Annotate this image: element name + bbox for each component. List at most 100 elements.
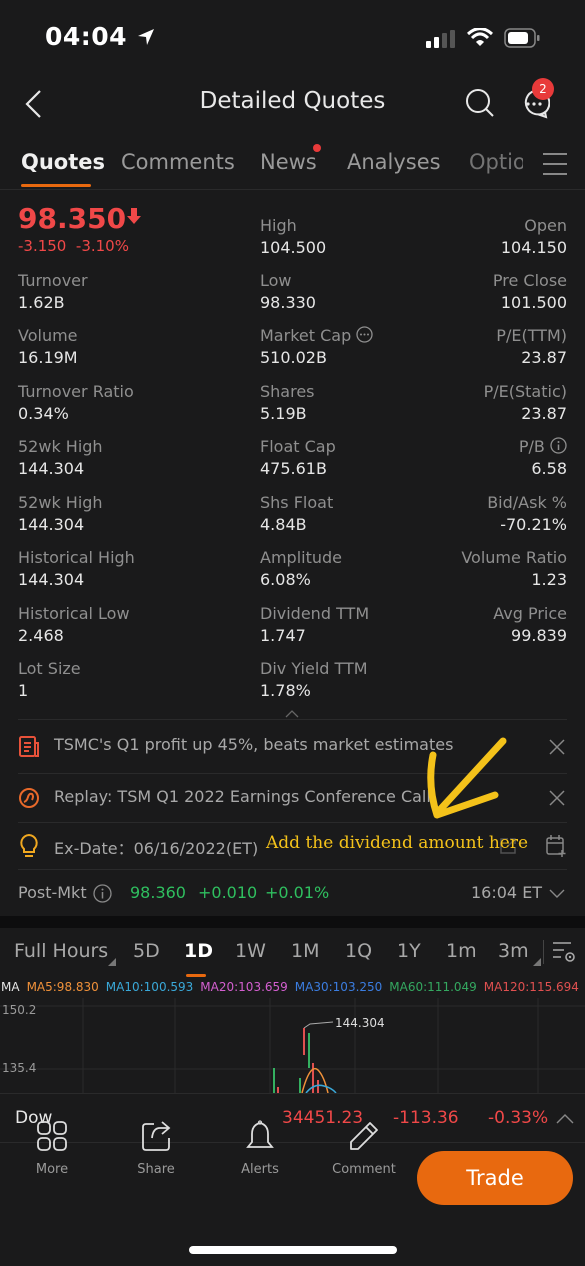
stat-float-cap: Float Cap 475.61B	[260, 437, 336, 478]
period-1w[interactable]: 1W	[235, 940, 266, 962]
period-1d[interactable]: 1D	[184, 940, 213, 962]
high-marker-label: 144.304	[335, 1016, 385, 1030]
ma5-line	[301, 1068, 329, 1093]
active-period-indicator	[186, 974, 206, 977]
stat-shs-float: Shs Float 4.84B	[260, 493, 334, 534]
stat-pre-close: Pre Close 101.500	[492, 271, 567, 312]
divider	[543, 940, 544, 964]
post-market-time: 16:04 ET	[471, 883, 543, 902]
arrow-down-icon	[127, 208, 142, 224]
news-unread-dot	[313, 144, 321, 152]
ma-legend-item: MA120:115.694	[483, 980, 579, 994]
period-5d[interactable]: 5D	[133, 940, 160, 962]
section-gap	[0, 916, 585, 928]
tab-bar: Quotes Comments News Analyses Optio	[0, 140, 585, 190]
tab-comments[interactable]: Comments	[121, 150, 235, 174]
bell-icon	[246, 1120, 274, 1148]
info-icon[interactable]	[93, 884, 112, 903]
search-icon	[466, 89, 494, 117]
stat-lot-size: Lot Size 1	[18, 659, 81, 700]
notification-badge: 2	[532, 78, 554, 100]
last-price: 98.350	[18, 202, 142, 235]
stat-pe-static: P/E(Static) 23.87	[483, 382, 567, 423]
dropdown-corner-icon	[108, 958, 116, 966]
tab-options[interactable]: Optio	[469, 150, 523, 174]
replay-icon	[19, 788, 39, 808]
stat-low: Low 98.330	[260, 271, 316, 312]
search-button[interactable]	[465, 88, 495, 122]
grid-icon	[37, 1121, 67, 1151]
index-change-pct: -0.33%	[488, 1108, 549, 1128]
change-amount: -3.150	[18, 237, 67, 255]
stat-high: High 104.500	[260, 216, 327, 257]
ma-legend-item: MA20:103.659	[200, 980, 288, 994]
stat-pe-ttm: P/E(TTM) 23.87	[496, 326, 567, 367]
share-button[interactable]: Share	[116, 1120, 196, 1177]
signal-icon	[426, 30, 458, 52]
post-market-row[interactable]: Post-Mkt 98.360 +0.010 +0.01% 16:04 ET	[18, 880, 567, 906]
add-calendar-icon[interactable]	[545, 834, 567, 858]
tab-analyses[interactable]: Analyses	[347, 150, 441, 174]
close-icon[interactable]	[549, 790, 565, 806]
close-icon[interactable]	[549, 739, 565, 755]
stat-avg-price: Avg Price 99.839	[493, 604, 567, 645]
kline-chart[interactable]: 150.2 135.4 144.304	[0, 998, 585, 1093]
period-1y[interactable]: 1Y	[397, 940, 421, 962]
battery-icon	[504, 28, 540, 52]
change-percent: -3.10%	[75, 237, 129, 255]
wifi-icon	[466, 27, 494, 52]
period-1q[interactable]: 1Q	[345, 940, 372, 962]
stat-turnover: Turnover 1.62B	[18, 271, 88, 312]
ma-legend: MA MA5:98.830 MA10:100.593 MA20:103.659 MA30…	[1, 980, 585, 996]
annotation-arrow-icon	[427, 737, 507, 819]
tab-quotes[interactable]: Quotes	[21, 150, 105, 174]
more-button[interactable]: More	[12, 1120, 92, 1177]
status-time: 04:04	[45, 22, 156, 51]
share-icon	[142, 1121, 171, 1151]
period-full-hours[interactable]: Full Hours	[14, 940, 108, 962]
lightbulb-icon	[20, 833, 38, 857]
tab-news[interactable]: News	[260, 150, 317, 174]
home-indicator[interactable]	[189, 1246, 397, 1254]
tabs-menu-button[interactable]	[542, 152, 568, 180]
stat-dividend-ttm: Dividend TTM 1.747	[260, 604, 370, 645]
stat-div-yield-ttm: Div Yield TTM 1.78%	[260, 659, 368, 700]
stat-52wk-high-2: 52wk High 144.304	[18, 493, 103, 534]
stat-52wk-high: 52wk High 144.304	[18, 437, 103, 478]
news-icon	[19, 736, 39, 757]
chart-settings-icon[interactable]	[552, 940, 576, 964]
stat-historical-low: Historical Low 2.468	[18, 604, 130, 645]
chevron-down-icon[interactable]	[549, 889, 565, 899]
ex-date-value: 06/16/2022(ET)	[133, 839, 259, 858]
ma-legend-item: MA	[1, 980, 20, 994]
post-market-change: +0.010	[198, 883, 258, 902]
trade-button[interactable]: Trade	[417, 1151, 573, 1205]
high-marker-line	[303, 1021, 334, 1029]
y-tick-label: 135.4	[2, 1061, 36, 1075]
stat-historical-high: Historical High 144.304	[18, 548, 135, 589]
period-1min[interactable]: 1m	[446, 940, 477, 962]
period-1m[interactable]: 1M	[291, 940, 319, 962]
messages-button[interactable]: 2	[518, 78, 554, 124]
stat-pb: P/B 6.58	[518, 437, 567, 478]
divider	[18, 869, 567, 870]
stat-amplitude: Amplitude 6.08%	[260, 548, 342, 589]
annotation-text: Add the dividend amount here	[266, 833, 529, 853]
active-tab-indicator	[21, 184, 91, 187]
hamburger-icon	[543, 153, 567, 175]
ma-legend-item: MA60:111.049	[389, 980, 477, 994]
pencil-icon	[350, 1122, 378, 1150]
info-icon[interactable]	[550, 437, 567, 454]
ma-legend-item: MA10:100.593	[105, 980, 194, 994]
stat-market-cap: Market Cap 510.02B	[260, 325, 373, 369]
period-3min[interactable]: 3m	[498, 940, 529, 962]
price-change: -3.150 -3.10%	[18, 237, 129, 255]
chevron-up-icon[interactable]	[556, 1113, 574, 1124]
more-info-icon[interactable]	[356, 326, 373, 343]
ma10-line	[305, 1084, 337, 1093]
alerts-button[interactable]: Alerts	[220, 1120, 300, 1177]
chart-grid	[0, 998, 585, 1093]
page-title: Detailed Quotes	[199, 88, 386, 114]
comment-button[interactable]: Comment	[324, 1120, 404, 1177]
stat-shares: Shares 5.19B	[260, 382, 315, 423]
